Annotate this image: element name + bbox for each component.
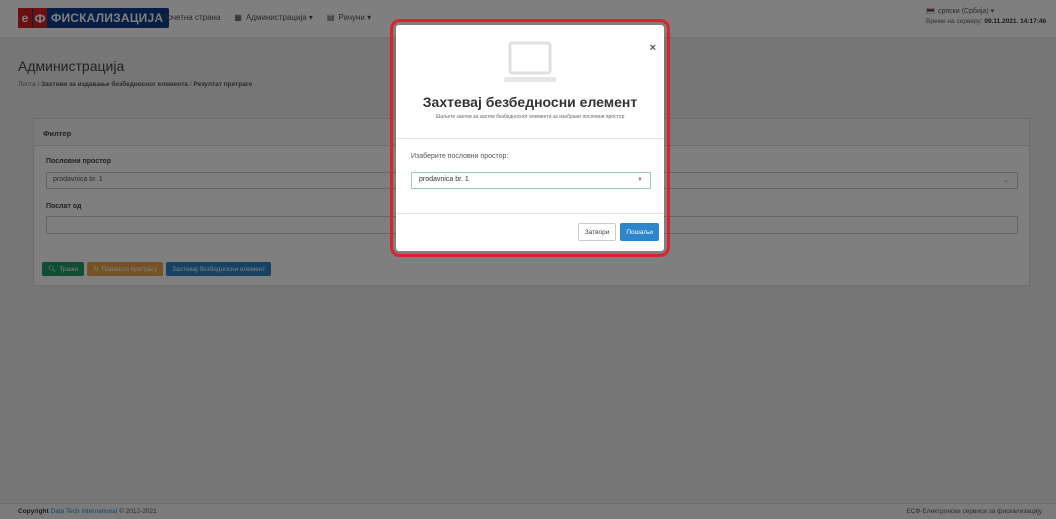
modal-footer: Затвори Пошаљи [577, 223, 659, 241]
request-security-element-modal: × Захтевај безбедносни елемент Шаљете за… [396, 25, 664, 251]
modal-divider [396, 138, 664, 139]
modal-business-space-select[interactable]: prodavnica br. 1 ▼ [411, 172, 651, 189]
modal-footer-divider [396, 213, 664, 214]
modal-select-label: Изаберите пословни простор: [411, 153, 509, 160]
modal-select-value: prodavnica br. 1 [419, 176, 469, 183]
close-button[interactable]: Затвори [577, 223, 617, 241]
modal-subtitle: Шаљете захтев за захтев безбедносног еле… [435, 114, 625, 120]
laptop-icon [504, 41, 556, 82]
modal-title: Захтевај безбедносни елемент [422, 94, 638, 110]
close-icon[interactable]: × [650, 43, 656, 54]
send-button[interactable]: Пошаљи [620, 223, 659, 241]
caret-down-icon: ▼ [637, 177, 643, 183]
